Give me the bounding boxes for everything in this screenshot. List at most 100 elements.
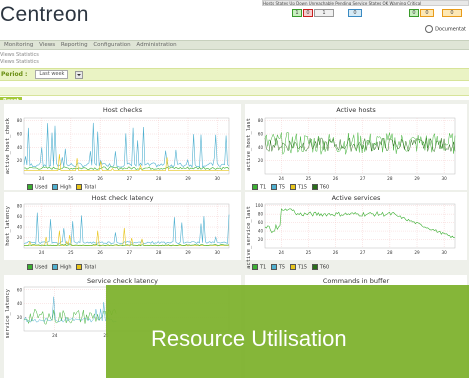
host-check-latency-chart: 20 40 60 80 24 25 26 27 28 29 30	[17, 203, 230, 255]
menu-views[interactable]: Views	[39, 42, 55, 48]
period-bar: Period : Last week	[0, 68, 469, 81]
breadcrumb: Views Statistics	[0, 52, 39, 58]
y-tick-label: 80	[258, 118, 264, 123]
main-menu: Monitoring Views Reporting Configuration…	[0, 40, 469, 50]
x-tick-label: 28	[156, 250, 162, 255]
service-warning-count[interactable]: 0	[420, 9, 434, 17]
active-services-legend: T1 T5 T15 T60	[249, 264, 329, 271]
legend-swatch-t1	[252, 264, 258, 270]
x-tick-label: 28	[156, 176, 162, 181]
plot-area	[23, 203, 230, 249]
service-critical-count[interactable]: 0	[442, 9, 462, 17]
y-tick-label: 80	[17, 118, 23, 123]
service-ok-count[interactable]: 0	[409, 9, 419, 17]
host-checks-legend: Used High Total	[24, 184, 96, 191]
host-unreachable-count[interactable]: 1	[314, 9, 334, 17]
graph-host-check-latency: Host check latency host_latency 20 40 60 80…	[4, 192, 241, 260]
legend-swatch-t60	[311, 264, 318, 270]
active-hosts-chart: 20 40 60 80 24 25 26 27 28 29 30	[258, 117, 456, 181]
x-tick-label: 26	[333, 176, 339, 181]
x-tick-label: 24	[279, 176, 285, 181]
x-tick-label: 27	[360, 250, 366, 255]
menu-reporting[interactable]: Reporting	[61, 42, 88, 48]
y-tick-label: 80	[17, 204, 23, 209]
graph-active-hosts: Active hosts active_host_last 20 40 60 80 24…	[245, 104, 467, 190]
y-tick-label: 60	[258, 132, 264, 137]
x-tick-label: 30	[441, 250, 447, 255]
reset-bar: Reset	[0, 87, 469, 105]
plot-area	[264, 203, 456, 249]
status-header: Hosts States Up Down Unreachable Pending…	[262, 0, 469, 6]
documentation-link[interactable]: Documentat	[425, 25, 466, 33]
host-down-count[interactable]: 0	[303, 9, 313, 17]
x-tick-label: 28	[387, 250, 393, 255]
x-tick-label: 28	[387, 176, 393, 181]
y-tick-label: 40	[258, 145, 264, 150]
x-tick-label: 29	[414, 176, 420, 181]
y-tick-label: 40	[17, 225, 23, 230]
breadcrumb-sub: Views Statistics	[0, 59, 39, 65]
banner-caption: Resource Utilisation	[151, 326, 347, 351]
menu-monitoring[interactable]: Monitoring	[4, 42, 33, 48]
x-tick-label: 25	[306, 176, 312, 181]
graph-host-checks: Host checks active_host_check 20 40 60 80 24…	[4, 104, 241, 190]
x-tick-label: 24	[52, 333, 58, 338]
legend-swatch-t5	[270, 184, 277, 190]
legend-swatch-t5	[270, 264, 277, 270]
period-dropdown-icon[interactable]	[75, 70, 84, 79]
graph-active-services: Active services active_service_last 20 40…	[245, 192, 467, 269]
period-select[interactable]: Last week	[35, 70, 69, 79]
x-tick-label: 24	[279, 250, 285, 255]
y-tick-label: 100	[255, 203, 263, 208]
legend-swatch-total	[76, 184, 83, 190]
menu-administration[interactable]: Administration	[136, 42, 176, 48]
legend-swatch-t60	[311, 184, 318, 190]
host-check-latency-legend: Used High Total	[24, 264, 96, 271]
x-tick-label: 30	[441, 176, 447, 181]
y-tick-label: 40	[17, 145, 23, 150]
legend-swatch-t1	[252, 184, 258, 190]
x-tick-label: 26	[97, 250, 103, 255]
y-tick-label: 60	[17, 132, 23, 137]
legend-swatch-high	[52, 264, 59, 270]
menu-configuration[interactable]: Configuration	[93, 42, 130, 48]
y-tick-label: 40	[258, 229, 264, 234]
x-tick-label: 29	[185, 176, 191, 181]
y-tick-label: 60	[258, 220, 264, 225]
y-tick-label: 20	[258, 158, 264, 163]
resource-utilisation-banner: Resource Utilisation	[106, 285, 469, 378]
host-checks-chart: 20 40 60 80 24 25 26 27 28 29 30	[17, 117, 230, 181]
legend-swatch-total	[76, 264, 83, 270]
legend-swatch-t15	[289, 184, 296, 190]
y-tick-label: 40	[17, 301, 23, 306]
legend-swatch-used	[27, 264, 33, 270]
legend-swatch-high	[52, 184, 59, 190]
active-hosts-legend: T1 T5 T15 T60	[249, 184, 329, 191]
y-tick-label: 20	[17, 158, 23, 163]
period-label: Period :	[1, 71, 28, 78]
x-tick-label: 26	[97, 176, 103, 181]
info-icon	[425, 25, 434, 33]
legend-swatch-t15	[289, 264, 296, 270]
x-tick-label: 25	[306, 250, 312, 255]
graph-title: Commands in buffer	[322, 277, 390, 285]
x-tick-label: 24	[39, 176, 45, 181]
x-tick-label: 24	[39, 250, 45, 255]
x-tick-label: 26	[333, 250, 339, 255]
x-tick-label: 27	[127, 176, 133, 181]
x-tick-label: 29	[414, 250, 420, 255]
y-tick-label: 80	[258, 212, 264, 217]
y-tick-label: 20	[17, 315, 23, 320]
y-tick-label: 60	[17, 214, 23, 219]
app-logo: Centreon	[0, 3, 89, 26]
x-tick-label: 29	[185, 250, 191, 255]
active-services-chart: 20 40 60 80 100 24 25 26 27 28 29 30	[255, 203, 456, 255]
y-tick-label: 60	[17, 287, 23, 292]
host-pending-count[interactable]: 0	[348, 9, 362, 17]
host-up-count[interactable]: 1	[292, 9, 302, 17]
x-tick-label: 30	[215, 176, 221, 181]
status-summary: Hosts States Up Down Unreachable Pending…	[262, 0, 469, 35]
y-tick-label: 20	[258, 237, 264, 242]
x-tick-label: 27	[127, 250, 133, 255]
x-tick-label: 27	[360, 176, 366, 181]
